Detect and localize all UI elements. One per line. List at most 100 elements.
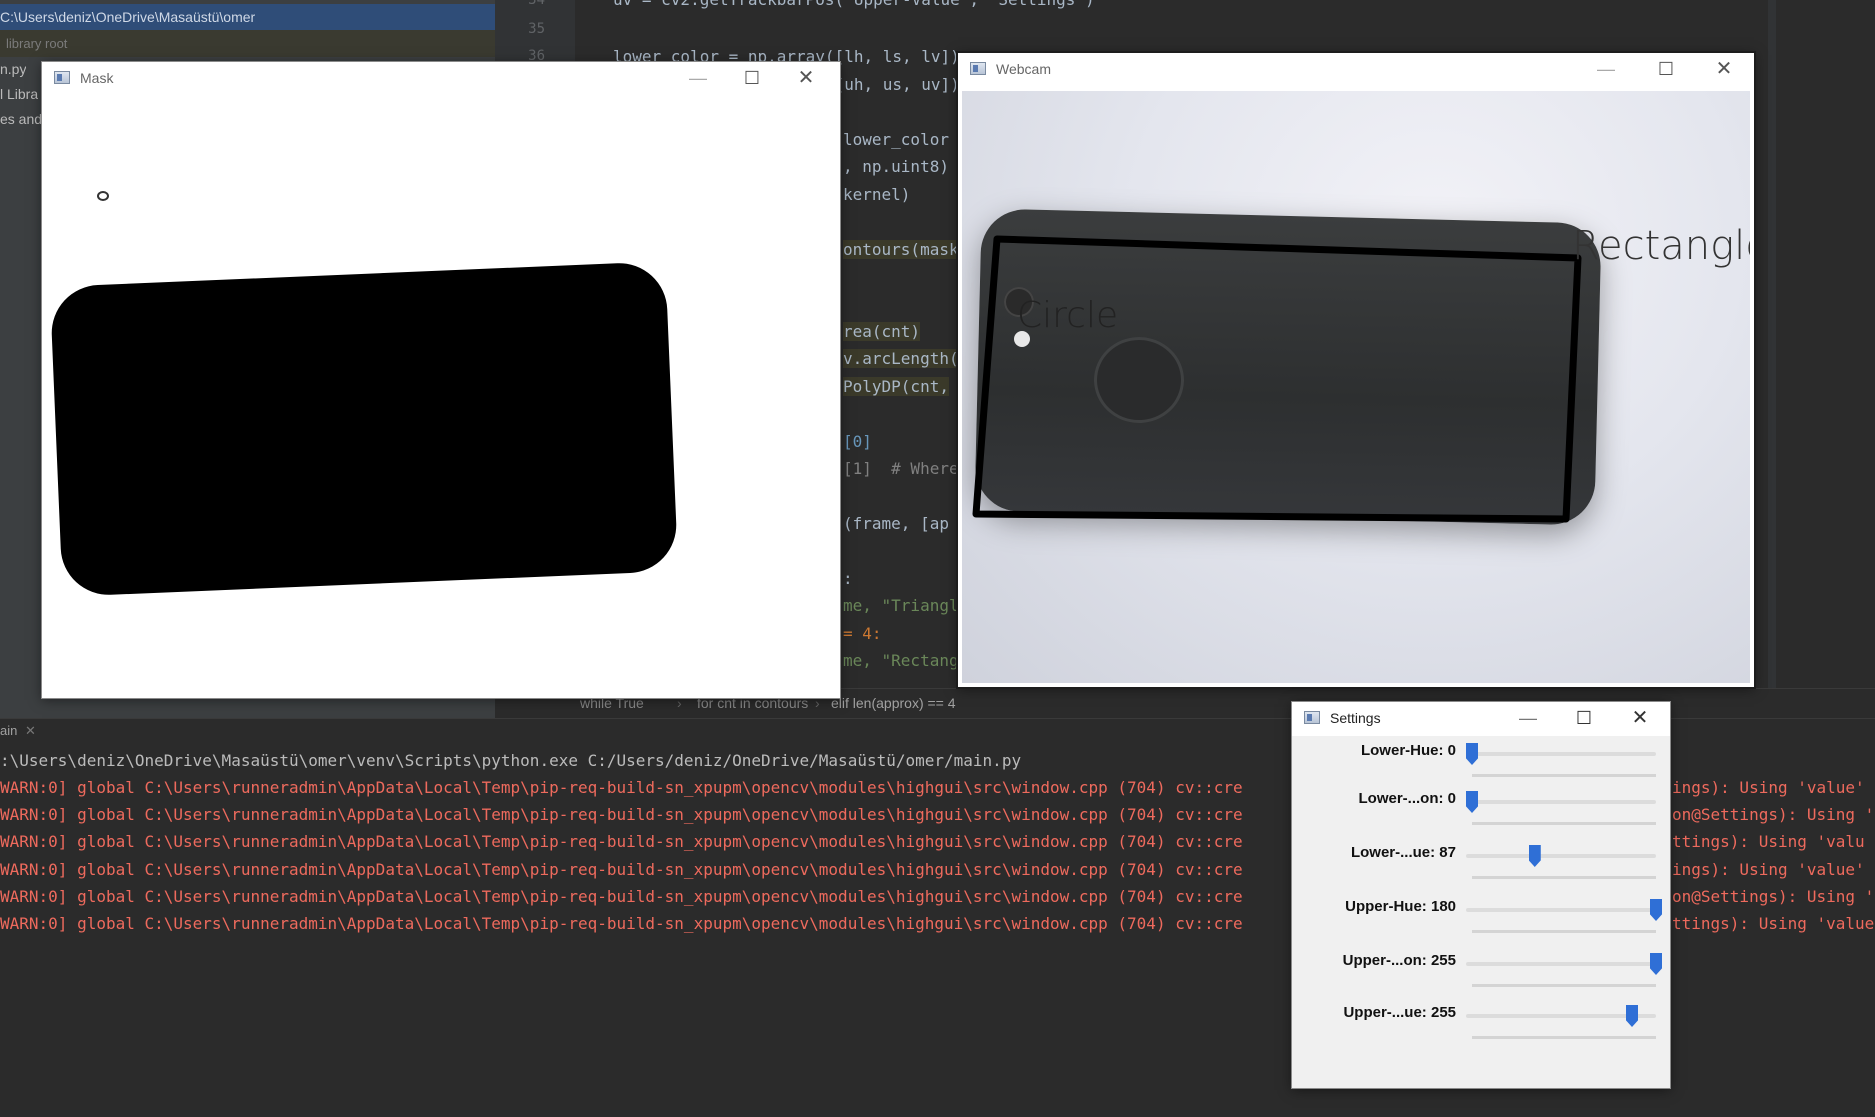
- console-warning-line: WARN:0] global C:\Users\runneradmin\AppD…: [0, 887, 1243, 906]
- trackbar-slider[interactable]: [1466, 962, 1656, 966]
- mask-image: [42, 94, 840, 698]
- console-warning-line: WARN:0] global C:\Users\runneradmin\AppD…: [0, 914, 1243, 933]
- console-warning-tail: on@Settings): Using ': [1672, 887, 1875, 906]
- trackbar-row: Lower-...on: 0: [1292, 788, 1670, 836]
- trackbar-row: Upper-...ue: 255: [1292, 1002, 1670, 1050]
- mask-titlebar[interactable]: Mask — ☐ ✕: [42, 62, 840, 94]
- project-root-row[interactable]: C:\Users\deniz\OneDrive\Masaüstü\omer: [0, 4, 495, 31]
- trackbar-label: Lower-Hue: 0: [1360, 742, 1456, 759]
- code-line: me, "Rectang: [843, 651, 959, 670]
- console-warning-line: WARN:0] global C:\Users\runneradmin\AppD…: [0, 778, 1243, 797]
- project-item-label: l Libra: [0, 86, 39, 102]
- close-icon[interactable]: ✕: [780, 62, 832, 94]
- webcam-titlebar[interactable]: Webcam — ☐ ✕: [958, 53, 1754, 85]
- code-line: , np.uint8): [843, 157, 949, 176]
- code-line: kernel): [843, 185, 911, 204]
- trackbar-label: Upper-Hue: 180: [1345, 898, 1456, 915]
- app-icon: [54, 71, 70, 84]
- breadcrumb-item[interactable]: elif len(approx) == 4: [831, 695, 956, 711]
- trackbar-underline: [1472, 822, 1656, 825]
- line-number: 34: [528, 0, 545, 8]
- code-line: :: [843, 569, 853, 588]
- console-warning-tail: on@Settings): Using ': [1672, 805, 1875, 824]
- trackbar-thumb[interactable]: [1626, 1005, 1638, 1027]
- webcam-frame: Circle Rectangle: [962, 91, 1750, 683]
- console-warning-tail: ttings): Using 'valu: [1672, 832, 1865, 851]
- code-line: rea(cnt): [843, 322, 921, 341]
- code-line: [0]: [843, 432, 872, 451]
- trackbar-underline: [1472, 930, 1656, 933]
- circle-label: Circle: [1017, 295, 1119, 336]
- minimize-icon[interactable]: —: [1502, 702, 1554, 734]
- trackbar-thumb[interactable]: [1528, 845, 1541, 867]
- webcam-window[interactable]: Webcam — ☐ ✕ Circle Rectangle: [958, 53, 1754, 687]
- contour-overlay: [972, 235, 1582, 523]
- settings-titlebar[interactable]: Settings — ☐ ✕: [1292, 702, 1670, 736]
- trackbar-slider[interactable]: [1466, 908, 1656, 912]
- console-warning-line: WARN:0] global C:\Users\runneradmin\AppD…: [0, 860, 1243, 879]
- project-item[interactable]: n.py: [0, 56, 26, 83]
- maximize-icon[interactable]: ☐: [1558, 702, 1610, 734]
- rectangle-label: Rectangle: [1572, 223, 1750, 269]
- mask-blob: [49, 261, 679, 597]
- trackbar-row: Lower-Hue: 0: [1292, 740, 1670, 788]
- library-root-label: library root: [6, 36, 68, 51]
- trackbar-thumb[interactable]: [1466, 791, 1478, 813]
- trackbar-row: Upper-Hue: 180: [1292, 896, 1670, 944]
- trackbar-label: Lower-...on: 0: [1358, 790, 1457, 807]
- app-icon: [1304, 711, 1320, 724]
- library-root-row[interactable]: library root: [0, 30, 495, 57]
- project-path: C:\Users\deniz\OneDrive\Masaüstü\omer: [0, 9, 256, 25]
- trackbar-underline: [1472, 876, 1656, 879]
- trackbar-row: Lower-...ue: 87: [1292, 842, 1670, 890]
- close-icon[interactable]: ✕: [1614, 702, 1666, 734]
- window-title: Webcam: [996, 61, 1051, 77]
- minimize-icon[interactable]: —: [672, 62, 724, 94]
- trackbar-thumb[interactable]: [1466, 743, 1478, 765]
- code-line: uv = cv2.getTrackbarPos("Upper-Value", "…: [613, 0, 1095, 9]
- console-command-line: :\Users\deniz\OneDrive\Masaüstü\omer\ven…: [0, 751, 1022, 770]
- mask-window[interactable]: Mask — ☐ ✕: [42, 62, 840, 698]
- code-line: ontours(mask: [843, 240, 959, 259]
- project-item-label: n.py: [0, 61, 27, 77]
- trackbar-underline: [1472, 1036, 1656, 1039]
- maximize-icon[interactable]: ☐: [1640, 53, 1692, 85]
- detected-rectangle-contour: [972, 235, 1582, 523]
- trackbar-thumb[interactable]: [1650, 899, 1662, 921]
- code-line: (frame, [ap: [843, 514, 949, 533]
- code-line: = 4:: [843, 624, 882, 643]
- run-tab[interactable]: ain ✕: [0, 723, 36, 745]
- trackbar-slider[interactable]: [1466, 800, 1656, 804]
- trackbar-label: Lower-...ue: 87: [1350, 844, 1456, 861]
- app-icon: [970, 62, 986, 75]
- project-item[interactable]: l Libra: [0, 81, 38, 108]
- code-line: me, "Triangl: [843, 596, 959, 615]
- code-line: PolyDP(cnt,: [843, 377, 949, 396]
- console-warning-line: WARN:0] global C:\Users\runneradmin\AppD…: [0, 832, 1243, 851]
- settings-window[interactable]: Settings — ☐ ✕ Lower-Hue: 0 Lower-...on: …: [1292, 702, 1670, 1088]
- trackbar-thumb[interactable]: [1650, 953, 1662, 975]
- project-item[interactable]: es and: [0, 106, 42, 133]
- close-icon[interactable]: ✕: [1698, 53, 1750, 85]
- trackbar-underline: [1472, 984, 1656, 987]
- trackbar-label: Upper-...on: 255: [1342, 952, 1456, 969]
- console-warning-tail: ings): Using 'value': [1672, 778, 1865, 797]
- trackbar-row: Upper-...on: 255: [1292, 950, 1670, 998]
- trackbar-label: Upper-...ue: 255: [1343, 1004, 1456, 1021]
- maximize-icon[interactable]: ☐: [726, 62, 778, 94]
- trackbar-slider[interactable]: [1466, 854, 1656, 858]
- minimize-icon[interactable]: —: [1580, 53, 1632, 85]
- editor-scrollbar[interactable]: [1768, 0, 1776, 690]
- window-title: Mask: [80, 70, 114, 86]
- console-warning-tail: ings): Using 'value': [1672, 860, 1865, 879]
- trackbar-underline: [1472, 774, 1656, 777]
- trackbar-slider[interactable]: [1466, 752, 1656, 756]
- line-number: 35: [528, 21, 545, 37]
- console-warning-line: WARN:0] global C:\Users\runneradmin\AppD…: [0, 805, 1243, 824]
- console-warning-tail: ttings): Using 'value: [1672, 914, 1875, 933]
- close-icon[interactable]: ✕: [25, 723, 36, 738]
- code-line: [1] # Where: [843, 459, 959, 478]
- code-line: lower_color: [843, 130, 949, 149]
- project-item-label: es and: [0, 111, 43, 127]
- window-title: Settings: [1330, 710, 1381, 726]
